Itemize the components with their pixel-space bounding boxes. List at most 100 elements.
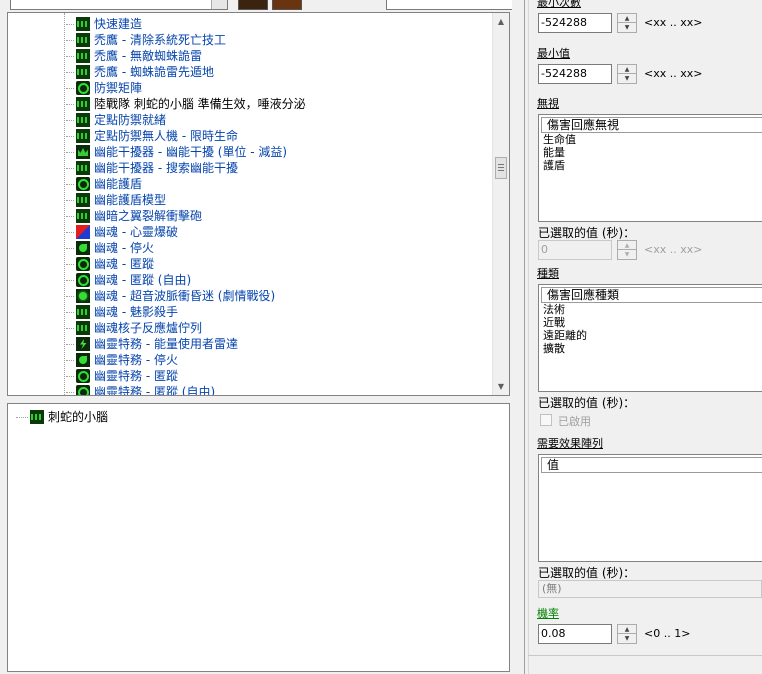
min-damage-field[interactable]: -524288 — [538, 13, 612, 33]
tree-item-label: 幽能干擾器 - 幽能干擾 (單位 - 減益) — [94, 145, 288, 159]
tree-item[interactable]: 幽魂 - 匿蹤 (自由) — [66, 272, 191, 288]
list-item[interactable]: 能量 — [543, 146, 576, 159]
scroll-down-icon[interactable]: ▼ — [493, 378, 509, 395]
type-link[interactable]: 種類 — [537, 265, 559, 281]
list-item[interactable]: 法術 — [543, 303, 587, 316]
unit-portrait-icon[interactable] — [306, 0, 342, 10]
tree-item[interactable]: 快速建造 — [66, 16, 142, 32]
spin-down-icon[interactable]: ▼ — [618, 634, 636, 643]
tree-scrollbar[interactable]: ▲ ▼ — [492, 13, 509, 395]
tree-connector — [66, 279, 74, 281]
tree-connector — [66, 167, 74, 169]
tree-connector — [66, 183, 74, 185]
ignore-list-header[interactable]: 傷害回應無視 — [541, 117, 762, 133]
tree-item-label: 陸戰隊 刺蛇的小腦 準備生效，唾液分泌 — [94, 97, 306, 111]
tree-item-label: 幽魂核子反應爐佇列 — [94, 321, 203, 335]
scroll-up-icon[interactable]: ▲ — [493, 13, 509, 30]
tree-item[interactable]: 禿鷹 - 清除系統死亡技工 — [66, 32, 226, 48]
search-input[interactable] — [386, 0, 516, 10]
behavior-tree-list[interactable]: 快速建造 禿鷹 - 清除系統死亡技工 禿鷹 - 無敵蜘蛛詭雷 禿鷹 - 蜘蛛詭雷先遁地… — [7, 12, 510, 396]
tree-item-label: 幽靈特務 - 匿蹤 — [94, 369, 178, 383]
type-selected-label: 已選取的值 (秒)： — [538, 396, 636, 410]
tree-item[interactable]: 幽魂核子反應爐佇列 — [66, 320, 202, 336]
behavior-leaf-icon — [76, 33, 90, 47]
tree-item[interactable]: 幽能護盾 — [66, 176, 142, 192]
tree-item[interactable]: 幽魂 - 停火 — [66, 240, 154, 256]
tree-connector — [66, 135, 74, 137]
min-damage-spinner[interactable]: ▲ ▼ — [617, 13, 637, 33]
object-filter-combo[interactable] — [10, 0, 228, 10]
detail-node[interactable]: 刺蛇的小腦 — [16, 409, 108, 425]
view-mode-button-2[interactable] — [272, 0, 302, 10]
required-effects-listbox[interactable]: 值 — [538, 454, 762, 562]
ignore-listbox[interactable]: 傷害回應無視 生命值 能量 護盾 — [538, 114, 762, 222]
chevron-down-icon[interactable] — [211, 0, 227, 9]
tree-item[interactable]: 定點防禦就緒 — [66, 112, 166, 128]
tree-item-label: 禿鷹 - 清除系統死亡技工 — [94, 33, 226, 47]
spin-up-icon[interactable]: ▲ — [618, 65, 636, 74]
behavior-ring-icon — [76, 177, 90, 191]
behavior-leaf-icon — [76, 65, 90, 79]
tree-item[interactable]: 陸戰隊 刺蛇的小腦 準備生效，唾液分泌 — [66, 96, 306, 112]
type-list-header[interactable]: 傷害回應種類 — [541, 287, 762, 303]
behavior-ring-icon — [76, 385, 90, 395]
tree-item[interactable]: 幽能干擾器 - 幽能干擾 (單位 - 減益) — [66, 144, 287, 160]
spin-up-icon[interactable]: ▲ — [618, 14, 636, 23]
list-item[interactable]: 遠距離的 — [543, 329, 587, 342]
tree-connector — [66, 23, 74, 25]
spin-down-icon[interactable]: ▼ — [618, 74, 636, 83]
tree-item[interactable]: 幽魂 - 魅影殺手 — [66, 304, 178, 320]
list-item[interactable]: 近戰 — [543, 316, 587, 329]
behavior-leaf-icon — [76, 49, 90, 63]
behavior-leaf-icon — [76, 17, 90, 31]
tree-item-label: 防禦矩陣 — [94, 81, 143, 95]
min-value-link[interactable]: 最小值 — [537, 45, 570, 61]
tree-item-label: 幽靈特務 - 能量使用者雷達 — [94, 337, 238, 351]
min-value-spinner[interactable]: ▲ ▼ — [617, 64, 637, 84]
tree-item-label: 幽魂 - 匿蹤 (自由) — [94, 273, 192, 287]
spin-down-icon[interactable]: ▼ — [618, 23, 636, 32]
tree-item[interactable]: 幽魂 - 心靈爆破 — [66, 224, 178, 240]
min-damage-link[interactable]: 最小次數 — [537, 0, 581, 10]
behavior-ring-icon — [76, 257, 90, 271]
tree-item[interactable]: 幽魂 - 超音波脈衝昏迷 (劇情戰役) — [66, 288, 275, 304]
list-item[interactable]: 生命值 — [543, 133, 576, 146]
behavior-hand-icon — [76, 353, 90, 367]
chance-spinner[interactable]: ▲ ▼ — [617, 624, 637, 644]
tree-connector — [66, 359, 74, 361]
chance-link[interactable]: 機率 — [537, 605, 559, 621]
tree-connector — [66, 87, 74, 89]
required-list-header[interactable]: 值 — [541, 457, 762, 473]
tree-item[interactable]: 防禦矩陣 — [66, 80, 142, 96]
tree-item-label: 幽能干擾器 - 搜索幽能干擾 — [94, 161, 238, 175]
tree-connector — [66, 247, 74, 249]
splitter[interactable] — [512, 0, 524, 674]
spin-up-icon[interactable]: ▲ — [618, 625, 636, 634]
tree-item[interactable]: 幽魂 - 匿蹤 — [66, 256, 154, 272]
tree-item[interactable]: 定點防禦無人機 - 限時生命 — [66, 128, 238, 144]
tree-item[interactable]: 幽靈特務 - 匿蹤 (自由) — [66, 384, 215, 395]
tree-item[interactable]: 幽靈特務 - 能量使用者雷達 — [66, 336, 238, 352]
type-listbox[interactable]: 傷害回應種類 法術 近戰 遠距離的 擴散 — [538, 284, 762, 392]
tree-item[interactable]: 幽能干擾器 - 搜索幽能干擾 — [66, 160, 238, 176]
list-item[interactable]: 擴散 — [543, 342, 587, 355]
selected-node-panel[interactable]: 刺蛇的小腦 — [7, 403, 510, 672]
view-mode-button-1[interactable] — [238, 0, 268, 10]
tree-item[interactable]: 幽暗之翼裂解衝擊砲 — [66, 208, 202, 224]
ignore-link[interactable]: 無視 — [537, 95, 559, 111]
scroll-thumb[interactable] — [495, 157, 507, 179]
tree-item[interactable]: 幽靈特務 - 匿蹤 — [66, 368, 178, 384]
list-item[interactable]: 護盾 — [543, 159, 576, 172]
chance-field[interactable]: 0.08 — [538, 624, 612, 644]
tree-connector — [66, 375, 74, 377]
tree-connector — [66, 119, 74, 121]
min-value-field[interactable]: -524288 — [538, 64, 612, 84]
tree-item-label: 禿鷹 - 無敵蜘蛛詭雷 — [94, 49, 202, 63]
required-effects-link[interactable]: 需要效果陣列 — [537, 435, 603, 451]
tree-connector — [66, 71, 74, 73]
tree-connector — [66, 199, 74, 201]
tree-item[interactable]: 幽能護盾模型 — [66, 192, 166, 208]
tree-item[interactable]: 幽靈特務 - 停火 — [66, 352, 178, 368]
tree-item[interactable]: 禿鷹 - 無敵蜘蛛詭雷 — [66, 48, 202, 64]
tree-item[interactable]: 禿鷹 - 蜘蛛詭雷先遁地 — [66, 64, 214, 80]
